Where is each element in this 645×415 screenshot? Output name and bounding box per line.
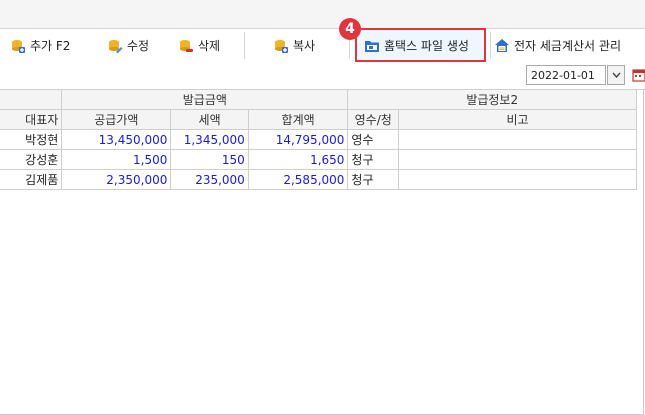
cell-supply: 13,450,000 [61, 129, 172, 150]
group-header-row: 발급금액 발급정보2 [0, 89, 637, 110]
filter-bar [0, 62, 645, 90]
column-header-total[interactable]: 합계액 [247, 109, 349, 130]
cell-total: 1,650 [247, 149, 349, 170]
etax-invoice-button-label: 전자 세금계산서 관리 [514, 39, 621, 53]
date-field[interactable] [526, 65, 606, 85]
edit-button-label: 수정 [127, 39, 150, 53]
invoice-table: 발급금액 발급정보2 대표자 공급가액 세액 합계액 영수/청 비고 박정현 1… [0, 89, 637, 190]
hometax-file-button-label: 홈택스 파일 생성 [384, 39, 469, 53]
date-dropdown-button[interactable] [607, 65, 625, 85]
cell-total: 14,795,000 [247, 129, 349, 150]
copy-button-label: 복사 [293, 39, 316, 53]
delete-db-icon [180, 39, 193, 52]
column-header-row: 대표자 공급가액 세액 합계액 영수/청 비고 [0, 109, 637, 130]
calendar-icon[interactable] [632, 68, 645, 82]
etax-invoice-button[interactable]: 전자 세금계산서 관리 [494, 33, 621, 58]
cell-note [398, 149, 637, 170]
delete-button-label: 삭제 [198, 39, 221, 53]
title-strip [0, 0, 645, 29]
table-row[interactable]: 김제품 2,350,000 235,000 2,585,000 청구 [0, 169, 637, 190]
toolbar-separator [490, 32, 491, 59]
toolbar-separator [244, 32, 245, 59]
column-header-tax[interactable]: 세액 [170, 109, 249, 130]
edit-button[interactable]: 수정 [107, 33, 149, 58]
delete-button[interactable]: 삭제 [178, 33, 220, 58]
add-button-label: 추가 F2 [30, 39, 71, 53]
cell-note [398, 169, 637, 190]
cell-receipt: 영수 [347, 129, 400, 150]
cell-supply: 1,500 [61, 149, 172, 170]
copy-db-icon [275, 39, 288, 53]
copy-button[interactable]: 복사 [273, 33, 315, 58]
cell-rep: 김제품 [0, 169, 63, 190]
column-header-rep[interactable]: 대표자 [0, 109, 63, 130]
cell-tax: 235,000 [170, 169, 249, 190]
cell-tax: 1,345,000 [170, 129, 249, 150]
hometax-file-button[interactable]: 홈택스 파일 생성 [364, 33, 469, 58]
etax-house-icon [495, 38, 509, 52]
group-header-info: 발급정보2 [347, 89, 637, 110]
cell-rep: 강성훈 [0, 149, 63, 170]
step-number-badge: 4 [339, 18, 361, 40]
cell-tax: 150 [170, 149, 249, 170]
group-header-blank [0, 89, 63, 110]
cell-supply: 2,350,000 [61, 169, 172, 190]
table-row[interactable]: 강성훈 1,500 150 1,650 청구 [0, 149, 637, 170]
chevron-down-icon [611, 72, 621, 78]
table-row[interactable]: 박정현 13,450,000 1,345,000 14,795,000 영수 [0, 129, 637, 150]
cell-receipt: 청구 [347, 169, 400, 190]
column-header-supply[interactable]: 공급가액 [61, 109, 172, 130]
group-header-amount: 발급금액 [61, 89, 349, 110]
hometax-folder-icon [365, 40, 379, 52]
column-header-note[interactable]: 비고 [398, 109, 637, 130]
column-header-receipt[interactable]: 영수/청 [347, 109, 400, 130]
add-button[interactable]: 추가 F2 [10, 33, 70, 58]
add-db-icon [12, 39, 25, 53]
cell-note [398, 129, 637, 150]
cell-total: 2,585,000 [247, 169, 349, 190]
cell-rep: 박정현 [0, 129, 63, 150]
cell-receipt: 청구 [347, 149, 400, 170]
edit-db-icon [109, 39, 123, 53]
